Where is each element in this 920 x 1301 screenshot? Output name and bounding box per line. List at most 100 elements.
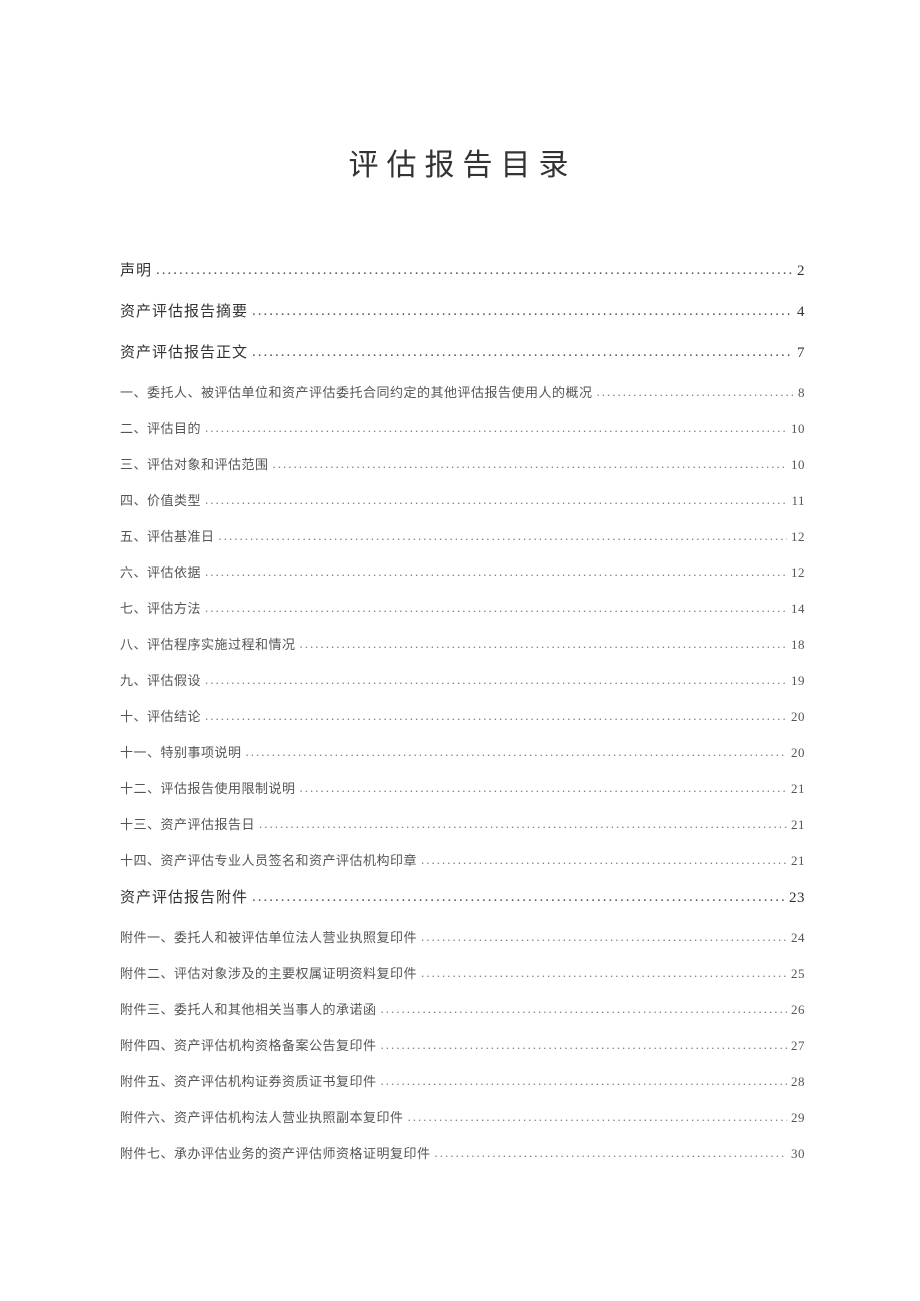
toc-entry: 附件三、委托人和其他相关当事人的承诺函 26: [120, 999, 805, 1018]
toc-entry-label: 四、价值类型: [120, 490, 201, 509]
toc-entry-page: 10: [791, 457, 805, 473]
toc-entry-page: 12: [791, 529, 805, 545]
toc-entry-label: 资产评估报告附件: [120, 886, 248, 907]
toc-entry: 资产评估报告正文 7: [120, 341, 805, 362]
toc-leader-dots: [259, 816, 787, 832]
toc-entry-label: 资产评估报告摘要: [120, 300, 248, 321]
toc-entry: 附件四、资产评估机构资格备案公告复印件 27: [120, 1035, 805, 1054]
toc-entry: 九、评估假设 19: [120, 670, 805, 689]
toc-entry-label: 十一、特别事项说明: [120, 742, 242, 761]
toc-entry-page: 10: [791, 421, 805, 437]
toc-leader-dots: [300, 636, 787, 652]
toc-entry-page: 12: [791, 565, 805, 581]
toc-leader-dots: [205, 672, 787, 688]
toc-entry: 资产评估报告摘要 4: [120, 300, 805, 321]
toc-entry: 二、评估目的 10: [120, 418, 805, 437]
toc-entry: 七、评估方法 14: [120, 598, 805, 617]
toc-leader-dots: [205, 708, 787, 724]
toc-entry-label: 三、评估对象和评估范围: [120, 454, 269, 473]
toc-entry-label: 附件二、评估对象涉及的主要权属证明资料复印件: [120, 963, 417, 982]
toc-entry-page: 7: [797, 345, 805, 362]
toc-entry-page: 19: [791, 673, 805, 689]
toc-entry-label: 附件一、委托人和被评估单位法人营业执照复印件: [120, 927, 417, 946]
toc-leader-dots: [156, 262, 793, 279]
toc-entry: 资产评估报告附件 23: [120, 886, 805, 907]
toc-entry-page: 21: [791, 781, 805, 797]
toc-entry-page: 4: [797, 304, 805, 321]
toc-entry-page: 21: [791, 817, 805, 833]
toc-leader-dots: [252, 303, 793, 320]
toc-entry-label: 附件四、资产评估机构资格备案公告复印件: [120, 1035, 377, 1054]
toc-entry-label: 五、评估基准日: [120, 526, 215, 545]
toc-entry: 五、评估基准日 12: [120, 526, 805, 545]
toc-leader-dots: [205, 420, 787, 436]
toc-entry-page: 29: [791, 1110, 805, 1126]
toc-leader-dots: [205, 564, 787, 580]
toc-entry-label: 附件六、资产评估机构法人营业执照副本复印件: [120, 1107, 404, 1126]
toc-entry-label: 九、评估假设: [120, 670, 201, 689]
toc-entry-page: 25: [791, 966, 805, 982]
toc-leader-dots: [381, 1037, 787, 1053]
toc-leader-dots: [421, 965, 787, 981]
toc-leader-dots: [381, 1001, 787, 1017]
toc-leader-dots: [408, 1109, 787, 1125]
toc-entry-label: 附件七、承办评估业务的资产评估师资格证明复印件: [120, 1143, 431, 1162]
toc-entry: 十一、特别事项说明 20: [120, 742, 805, 761]
toc-entry: 十四、资产评估专业人员签名和资产评估机构印章 21: [120, 850, 805, 869]
toc-entry-page: 26: [791, 1002, 805, 1018]
toc-leader-dots: [252, 344, 793, 361]
toc-entry-page: 23: [789, 890, 805, 907]
toc-entry-page: 30: [791, 1146, 805, 1162]
toc-entry: 声明 2: [120, 259, 805, 280]
toc-leader-dots: [273, 456, 787, 472]
toc-entry-page: 2: [797, 263, 805, 280]
toc-entry-page: 24: [791, 930, 805, 946]
toc-entry: 四、价值类型 11: [120, 490, 805, 509]
toc-entry-page: 20: [791, 745, 805, 761]
toc-leader-dots: [597, 384, 794, 400]
toc-entry-label: 十四、资产评估专业人员签名和资产评估机构印章: [120, 850, 417, 869]
toc-leader-dots: [381, 1073, 787, 1089]
toc-entry: 六、评估依据12: [120, 562, 805, 581]
toc-entry: 一、委托人、被评估单位和资产评估委托合同约定的其他评估报告使用人的概况 8: [120, 382, 805, 401]
toc-entry-label: 十三、资产评估报告日: [120, 814, 255, 833]
toc-leader-dots: [252, 889, 785, 906]
toc-entry-page: 27: [791, 1038, 805, 1054]
toc-leader-dots: [205, 492, 787, 508]
toc-entry: 附件七、承办评估业务的资产评估师资格证明复印件 30: [120, 1143, 805, 1162]
page-title: 评估报告目录: [120, 140, 805, 184]
toc-entry-label: 声明: [120, 259, 152, 280]
toc-entry-page: 18: [791, 637, 805, 653]
toc-leader-dots: [300, 780, 787, 796]
toc-leader-dots: [435, 1145, 787, 1161]
table-of-contents: 声明 2 资产评估报告摘要 4 资产评估报告正文 7 一、委托人、被评估单位和资产评估委托合…: [120, 259, 805, 1162]
toc-entry-page: 14: [791, 601, 805, 617]
toc-leader-dots: [421, 929, 787, 945]
toc-entry-label: 十、评估结论: [120, 706, 201, 725]
toc-entry: 十三、资产评估报告日 21: [120, 814, 805, 833]
toc-entry-label: 一、委托人、被评估单位和资产评估委托合同约定的其他评估报告使用人的概况: [120, 382, 593, 401]
toc-entry-page: 21: [791, 853, 805, 869]
toc-entry: 十、评估结论 20: [120, 706, 805, 725]
toc-leader-dots: [205, 600, 787, 616]
toc-entry: 十二、评估报告使用限制说明 21: [120, 778, 805, 797]
toc-entry-page: 20: [791, 709, 805, 725]
toc-entry: 附件五、资产评估机构证券资质证书复印件 28: [120, 1071, 805, 1090]
toc-entry: 附件一、委托人和被评估单位法人营业执照复印件 24: [120, 927, 805, 946]
toc-entry-label: 七、评估方法: [120, 598, 201, 617]
toc-entry: 八、评估程序实施过程和情况 18: [120, 634, 805, 653]
toc-leader-dots: [421, 852, 787, 868]
toc-leader-dots: [219, 528, 787, 544]
toc-entry-label: 附件三、委托人和其他相关当事人的承诺函: [120, 999, 377, 1018]
toc-entry-page: 8: [798, 385, 805, 401]
toc-entry-label: 资产评估报告正文: [120, 341, 248, 362]
toc-entry-label: 八、评估程序实施过程和情况: [120, 634, 296, 653]
toc-entry-label: 附件五、资产评估机构证券资质证书复印件: [120, 1071, 377, 1090]
toc-entry-label: 十二、评估报告使用限制说明: [120, 778, 296, 797]
toc-entry-page: 28: [791, 1074, 805, 1090]
toc-entry-label: 二、评估目的: [120, 418, 201, 437]
toc-entry-page: 11: [791, 493, 805, 509]
toc-entry: 附件六、资产评估机构法人营业执照副本复印件 29: [120, 1107, 805, 1126]
toc-entry: 三、评估对象和评估范围 10: [120, 454, 805, 473]
toc-entry: 附件二、评估对象涉及的主要权属证明资料复印件 25: [120, 963, 805, 982]
